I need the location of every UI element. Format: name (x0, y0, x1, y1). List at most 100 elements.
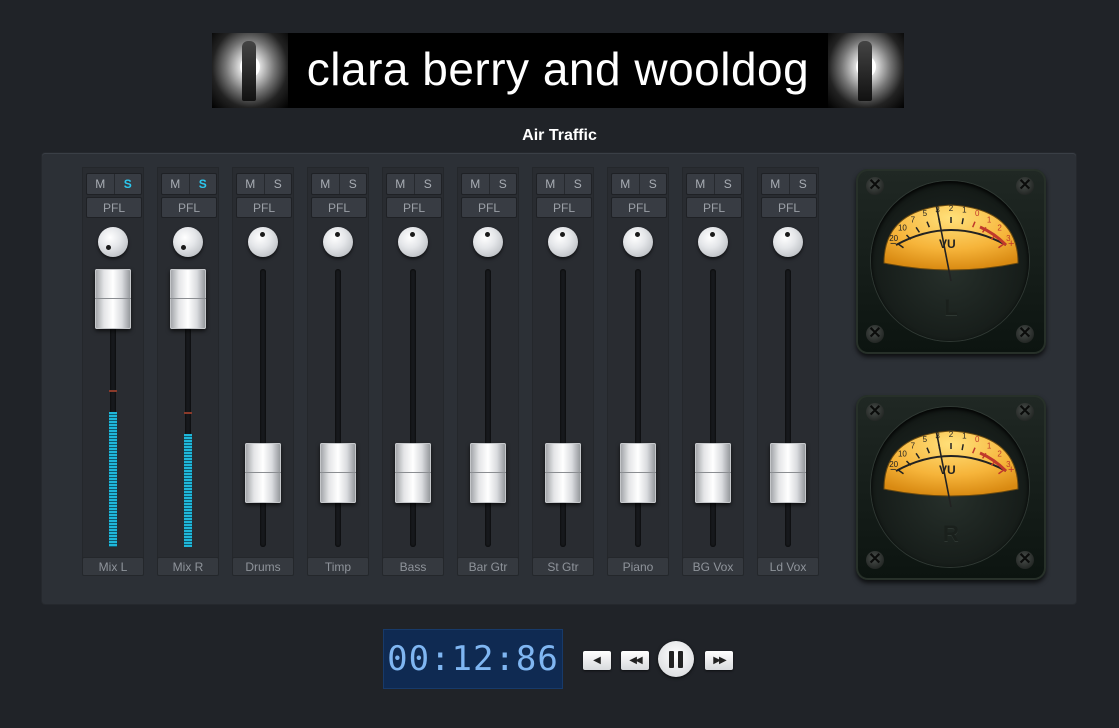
stop-button[interactable]: ◀ (583, 651, 611, 670)
volume-fader[interactable] (770, 443, 806, 504)
pfl-button[interactable]: PFL (686, 197, 742, 218)
screw-icon: ✕ (1016, 325, 1034, 343)
mute-solo-group: MS (311, 173, 367, 195)
channel-strip: M S PFL BG Vox (682, 167, 744, 576)
vu-minus-label: − (890, 238, 896, 250)
pan-knob[interactable] (98, 227, 128, 257)
pfl-button[interactable]: PFL (311, 197, 367, 218)
vu-scale-label: 7 (911, 215, 916, 224)
solo-button[interactable]: S (263, 174, 292, 194)
volume-fader[interactable] (695, 443, 731, 504)
pan-knob[interactable] (773, 227, 803, 257)
volume-fader[interactable] (470, 443, 506, 504)
mute-button[interactable]: M (162, 174, 189, 194)
pan-knob[interactable] (698, 227, 728, 257)
vu-plus-label: + (1008, 464, 1014, 476)
channel-strip: M S PFL St Gtr (532, 167, 594, 576)
fader-track (785, 269, 791, 547)
rewind-button[interactable]: ◀◀ (621, 651, 649, 670)
mute-button[interactable]: M (537, 174, 564, 194)
channel-strip: M S PFL Bass (382, 167, 444, 576)
vu-scale-label: 0 (975, 435, 980, 444)
vu-scale-label: 1 (987, 215, 992, 224)
pfl-button[interactable]: PFL (236, 197, 292, 218)
mute-solo-group: MS (461, 173, 517, 195)
vu-label: VU (939, 463, 956, 477)
volume-fader[interactable] (95, 269, 131, 329)
fader-track (560, 269, 566, 547)
volume-fader[interactable] (545, 443, 581, 504)
channel-label: Piano (607, 557, 669, 576)
fader-track (635, 269, 641, 547)
solo-button[interactable]: S (788, 174, 817, 194)
knob-indicator (485, 232, 490, 237)
rewind-icon: ◀◀ (629, 655, 642, 666)
knob-indicator (106, 245, 111, 250)
vu-scale-label: 10 (898, 450, 907, 459)
mute-button[interactable]: M (462, 174, 489, 194)
volume-fader[interactable] (620, 443, 656, 504)
vu-scale-label: 1 (962, 205, 967, 214)
pfl-button[interactable]: PFL (386, 197, 442, 218)
vu-scale-label: 2 (949, 204, 954, 213)
mute-button[interactable]: M (687, 174, 714, 194)
mute-button[interactable]: M (612, 174, 639, 194)
vu-meter-left: ✕✕✕✕2010753210123−+VUL (856, 169, 1046, 354)
solo-button[interactable]: S (488, 174, 517, 194)
channel-strip: M S PFL Bar Gtr (457, 167, 519, 576)
mute-solo-group: MS (386, 173, 442, 195)
knob-indicator (560, 232, 565, 237)
mute-solo-group: MS (611, 173, 667, 195)
pfl-button[interactable]: PFL (86, 197, 142, 218)
solo-button[interactable]: S (413, 174, 442, 194)
solo-button[interactable]: S (113, 174, 142, 194)
solo-button[interactable]: S (338, 174, 367, 194)
vu-label: VU (939, 237, 956, 251)
mute-button[interactable]: M (87, 174, 114, 194)
peak-indicator (184, 412, 192, 414)
mute-button[interactable]: M (312, 174, 339, 194)
channel-label: Bass (382, 557, 444, 576)
volume-fader[interactable] (395, 443, 431, 504)
pan-knob[interactable] (548, 227, 578, 257)
fast-forward-button[interactable]: ▶▶ (705, 651, 733, 670)
channel-strip: M S PFL Piano (607, 167, 669, 576)
screw-icon: ✕ (1016, 551, 1034, 569)
pfl-button[interactable]: PFL (611, 197, 667, 218)
knob-indicator (410, 232, 415, 237)
pan-knob[interactable] (323, 227, 353, 257)
pfl-button[interactable]: PFL (461, 197, 517, 218)
pause-button[interactable] (658, 641, 694, 677)
solo-button[interactable]: S (638, 174, 667, 194)
solo-button[interactable]: S (713, 174, 742, 194)
solo-button[interactable]: S (188, 174, 217, 194)
pan-knob[interactable] (623, 227, 653, 257)
pfl-button[interactable]: PFL (761, 197, 817, 218)
pan-knob[interactable] (248, 227, 278, 257)
mute-button[interactable]: M (237, 174, 264, 194)
band-banner: clara berry and wooldog (212, 33, 904, 108)
fader-track (485, 269, 491, 547)
knob-indicator (785, 232, 790, 237)
pfl-button[interactable]: PFL (536, 197, 592, 218)
fader-track (260, 269, 266, 547)
pfl-button[interactable]: PFL (161, 197, 217, 218)
fader-track (710, 269, 716, 547)
song-title: Air Traffic (522, 127, 597, 144)
volume-fader[interactable] (245, 443, 281, 504)
vu-dial: 2010753210123−+ (883, 204, 1019, 281)
pan-knob[interactable] (398, 227, 428, 257)
vu-scale-label: 10 (898, 224, 907, 233)
pan-knob[interactable] (473, 227, 503, 257)
channel-strip: M S PFL Mix R (157, 167, 219, 576)
mute-button[interactable]: M (762, 174, 789, 194)
volume-fader[interactable] (170, 269, 206, 329)
vu-scale-label: 2 (949, 430, 954, 439)
knob-indicator (260, 232, 265, 237)
mute-button[interactable]: M (387, 174, 414, 194)
volume-fader[interactable] (320, 443, 356, 504)
channel-label: St Gtr (532, 557, 594, 576)
channel-label: Drums (232, 557, 294, 576)
solo-button[interactable]: S (563, 174, 592, 194)
pan-knob[interactable] (173, 227, 203, 257)
